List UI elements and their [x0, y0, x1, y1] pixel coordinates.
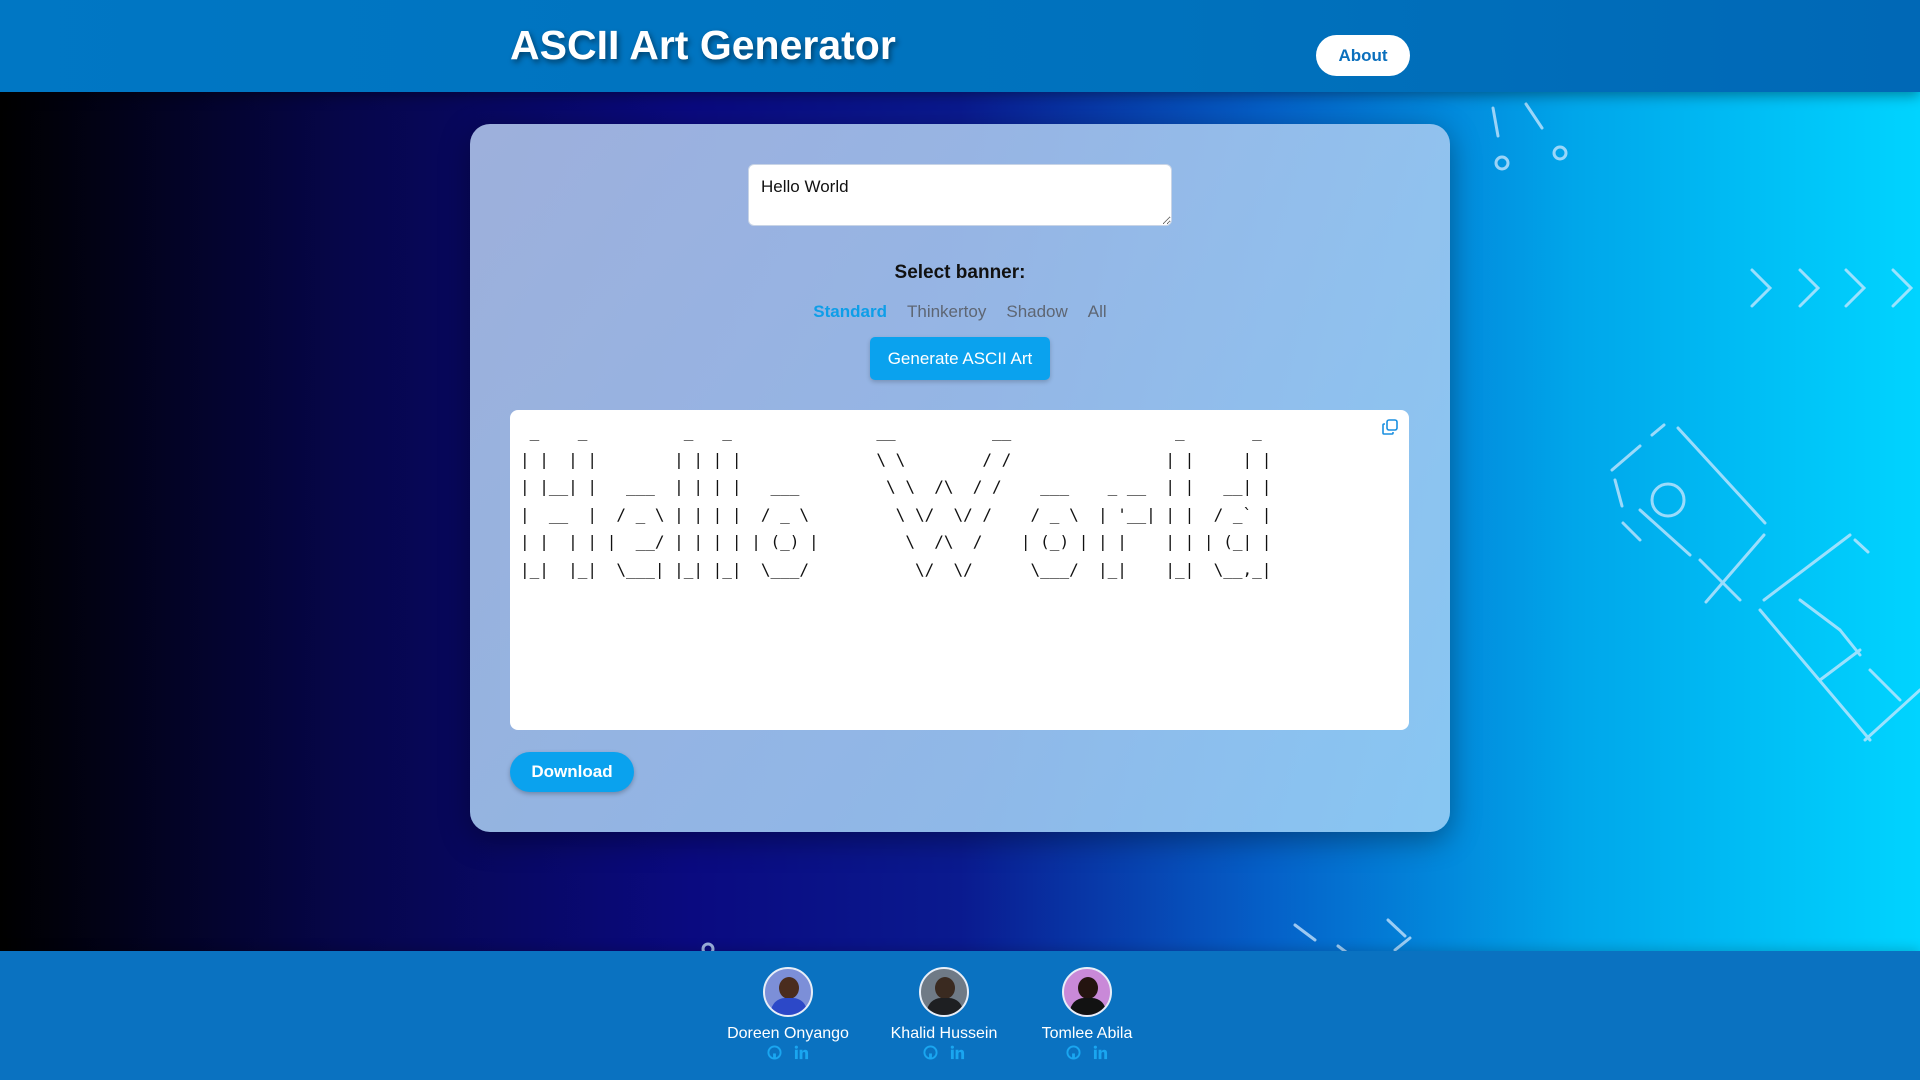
avatar [1062, 967, 1112, 1017]
download-button[interactable]: Download [510, 752, 634, 792]
linkedin-icon[interactable] [1093, 1045, 1108, 1060]
page-title: ASCII Art Generator [510, 22, 896, 68]
team-member: Khalid Hussein [869, 967, 1019, 1060]
text-input[interactable]: Hello World [748, 164, 1172, 226]
app-header: ASCII Art Generator About [0, 0, 1920, 92]
linkedin-icon[interactable] [950, 1045, 965, 1060]
banner-options: Standard Thinkertoy Shadow All [470, 302, 1450, 322]
github-icon[interactable] [923, 1045, 938, 1060]
banner-option-standard[interactable]: Standard [813, 302, 887, 322]
ascii-output: _ _ _ _ __ __ _ _ | | | | | | | | \ \ / … [520, 422, 1272, 579]
about-button[interactable]: About [1316, 35, 1410, 76]
team-member: Tomlee Abila [1012, 967, 1162, 1060]
social-links [869, 1045, 1019, 1060]
social-links [1012, 1045, 1162, 1060]
github-icon[interactable] [1066, 1045, 1081, 1060]
select-banner-label: Select banner: [894, 262, 1026, 283]
github-icon[interactable] [767, 1045, 782, 1060]
team-footer: Doreen Onyango Khalid Hussein Tomlee Abi… [0, 951, 1920, 1080]
avatar [919, 967, 969, 1017]
ascii-output-box[interactable]: _ _ _ _ __ __ _ _ | | | | | | | | \ \ / … [510, 410, 1409, 730]
linkedin-icon[interactable] [794, 1045, 809, 1060]
banner-option-all[interactable]: All [1088, 302, 1107, 322]
team-member: Doreen Onyango [713, 967, 863, 1060]
generate-button[interactable]: Generate ASCII Art [870, 337, 1050, 380]
banner-option-thinkertoy[interactable]: Thinkertoy [907, 302, 986, 322]
member-name: Khalid Hussein [890, 1025, 998, 1042]
banner-option-shadow[interactable]: Shadow [1006, 302, 1067, 322]
member-name: Tomlee Abila [1041, 1025, 1133, 1042]
social-links [713, 1045, 863, 1060]
avatar [763, 967, 813, 1017]
member-name: Doreen Onyango [727, 1025, 849, 1042]
copy-icon[interactable] [1381, 418, 1399, 436]
generator-card: Hello World Select banner: Standard Thin… [470, 124, 1450, 832]
